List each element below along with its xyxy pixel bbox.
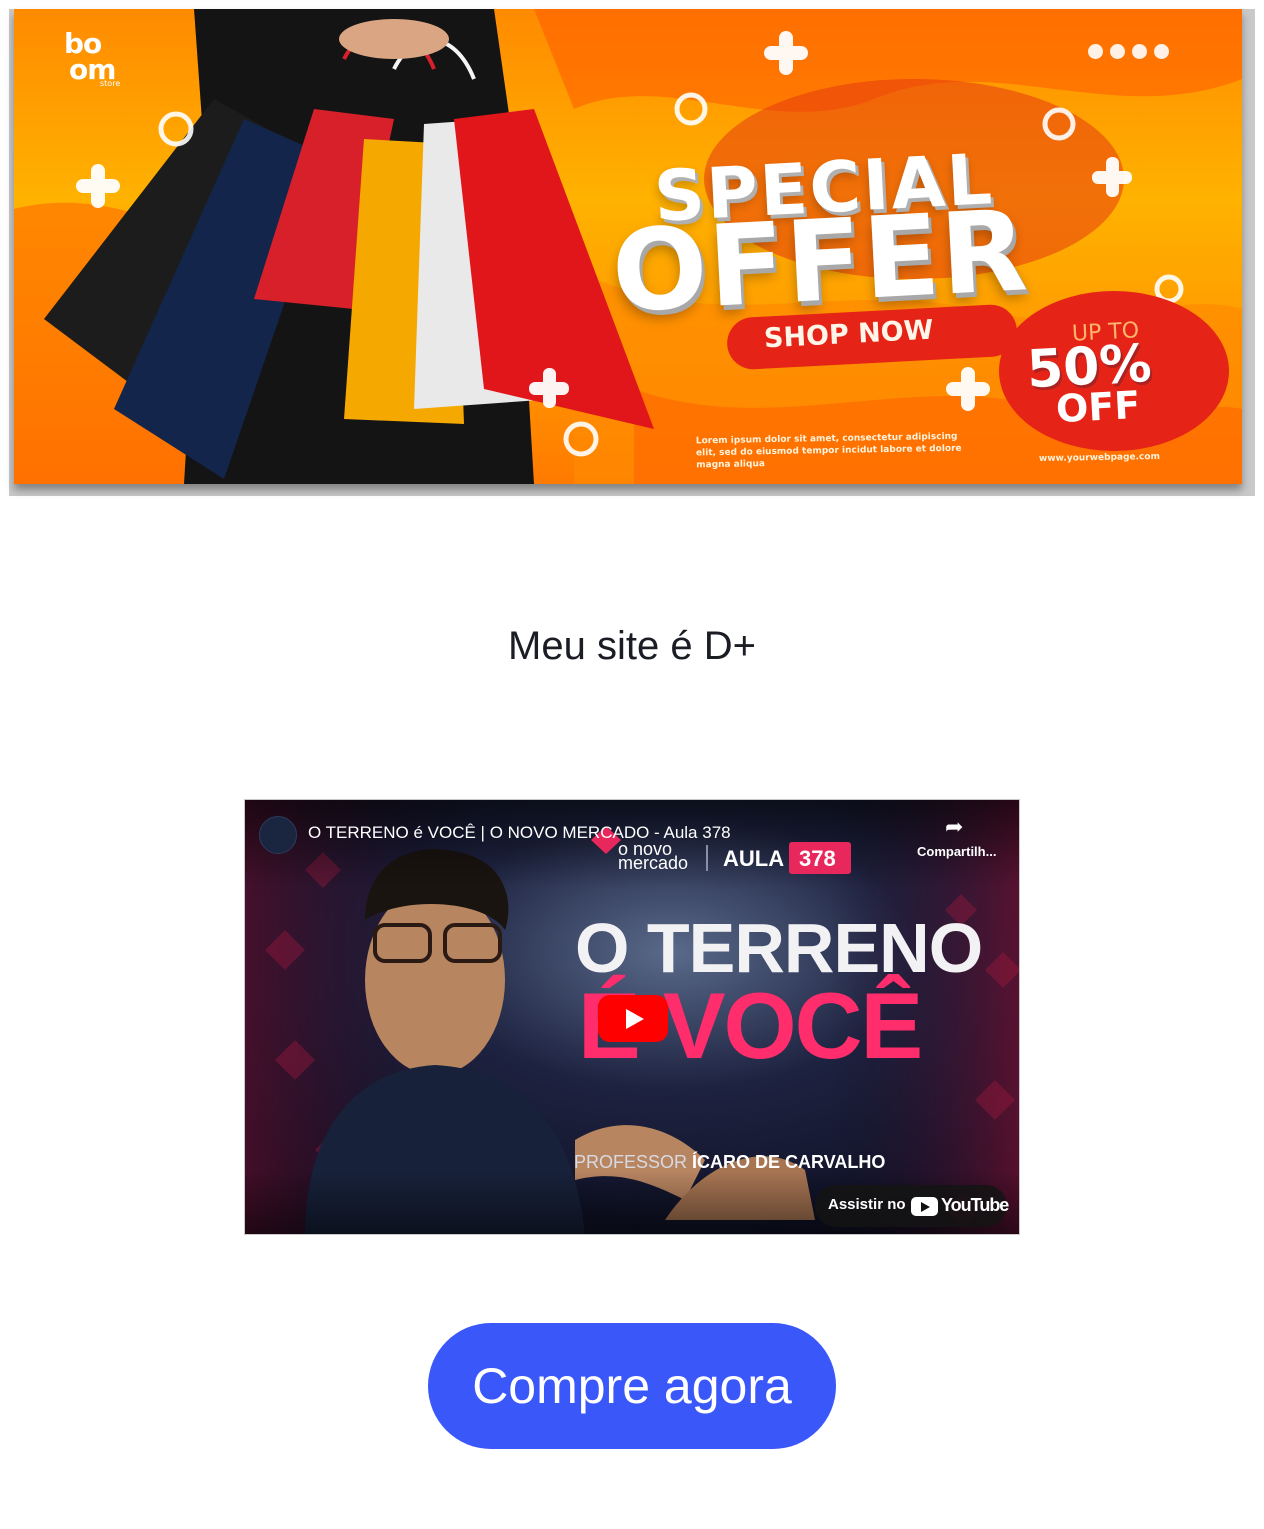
twitter-icon bbox=[1154, 44, 1169, 59]
page-heading: Meu site é D+ bbox=[508, 624, 756, 668]
facebook-icon bbox=[1110, 44, 1125, 59]
banner-image: bo om store SPECIAL OFFER SHOP NOW UP TO… bbox=[14, 9, 1242, 484]
youtube-icon bbox=[1132, 44, 1147, 59]
boom-store-logo: bo om store bbox=[64, 30, 144, 91]
promo-banner: bo om store SPECIAL OFFER SHOP NOW UP TO… bbox=[9, 9, 1255, 496]
watch-on-label[interactable]: Assistir no bbox=[828, 1196, 906, 1213]
aula-number: 378 bbox=[799, 846, 836, 871]
discount-suffix: OFF bbox=[1054, 382, 1142, 432]
professor-credit: PROFESSOR ÍCARO DE CARVALHO bbox=[574, 1152, 885, 1173]
professor-name: ÍCARO DE CARVALHO bbox=[692, 1152, 886, 1172]
logo-tagline: store bbox=[100, 79, 121, 88]
aula-label: AULA bbox=[723, 846, 785, 871]
instagram-icon bbox=[1088, 44, 1103, 59]
banner-body-text: Lorem ipsum dolor sit amet, consectetur … bbox=[695, 431, 962, 471]
share-icon[interactable]: ➦ bbox=[945, 814, 963, 840]
brand-line-2: mercado bbox=[618, 853, 689, 873]
professor-prefix: PROFESSOR bbox=[574, 1152, 688, 1172]
brand-name: o novo mercado bbox=[618, 840, 689, 873]
banner-website: www.yourwebpage.com bbox=[1038, 451, 1160, 465]
channel-avatar[interactable] bbox=[259, 816, 297, 854]
share-button-label[interactable]: Compartilh... bbox=[917, 844, 996, 859]
buy-now-button[interactable]: Compre agora bbox=[428, 1323, 836, 1449]
brand-divider bbox=[706, 845, 708, 871]
youtube-wordmark[interactable]: YouTube bbox=[941, 1195, 1009, 1216]
play-button-icon[interactable] bbox=[598, 995, 668, 1042]
youtube-video-embed[interactable]: O TERRENO é VOCÊ | O NOVO MERCADO - Aula… bbox=[244, 799, 1020, 1235]
youtube-logo-icon[interactable] bbox=[911, 1197, 938, 1216]
